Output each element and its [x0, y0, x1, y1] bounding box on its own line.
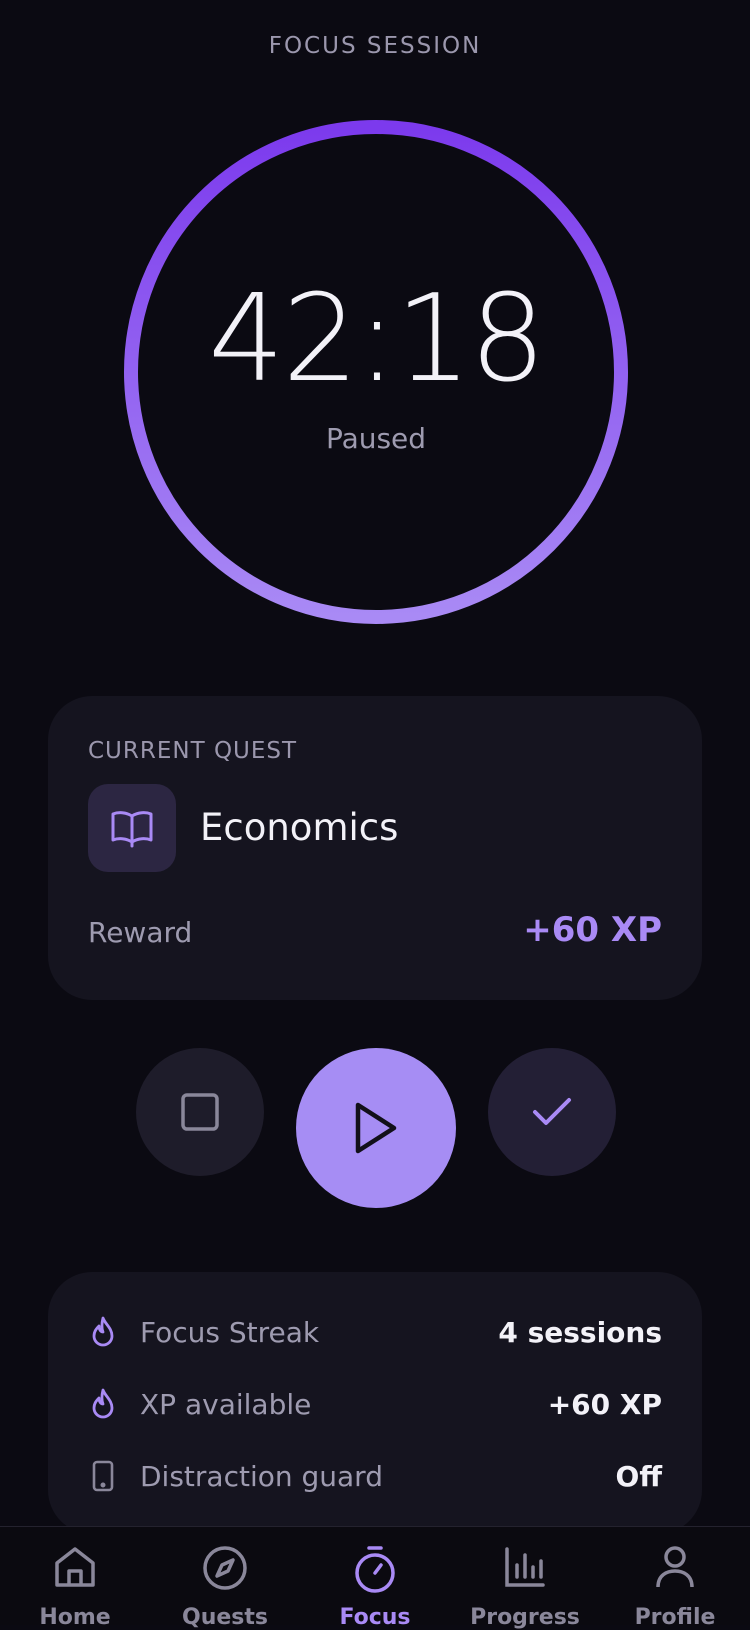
stat-row-xp-available: XP available +60 XP	[88, 1380, 662, 1428]
tab-home[interactable]: Home	[0, 1527, 150, 1630]
session-stats-card: Focus Streak 4 sessions XP available +60…	[48, 1272, 702, 1534]
tab-progress[interactable]: Progress	[450, 1527, 600, 1630]
flame-icon	[88, 1314, 118, 1350]
book-icon	[88, 784, 176, 872]
tab-label: Home	[39, 1605, 111, 1630]
complete-button[interactable]	[488, 1048, 616, 1176]
play-button[interactable]	[296, 1048, 456, 1208]
stopwatch-icon	[353, 1545, 397, 1599]
timer-status: Paused	[325, 422, 427, 455]
tab-label: Profile	[634, 1605, 716, 1630]
stat-row-distraction-guard[interactable]: Distraction guard Off	[88, 1452, 662, 1500]
user-icon	[655, 1545, 695, 1593]
timer-display: 42:18	[208, 270, 546, 409]
check-icon	[533, 1098, 571, 1125]
phone-icon	[88, 1458, 118, 1494]
tab-profile[interactable]: Profile	[600, 1527, 750, 1630]
home-icon	[53, 1545, 97, 1593]
tab-label: Focus	[339, 1605, 411, 1630]
stat-value: 4 sessions	[498, 1315, 662, 1349]
stop-button[interactable]	[136, 1048, 264, 1176]
page-title: FOCUS SESSION	[268, 33, 482, 59]
stop-icon	[181, 1093, 219, 1131]
stat-row-focus-streak: Focus Streak 4 sessions	[88, 1308, 662, 1356]
reward-value: +60 XP	[523, 910, 662, 950]
stat-label: Distraction guard	[140, 1459, 383, 1493]
bar-chart-icon	[503, 1545, 547, 1593]
stat-label: XP available	[140, 1387, 312, 1421]
reward-label: Reward	[88, 916, 193, 949]
flame-icon	[88, 1386, 118, 1422]
timer-ring: 42:18 Paused	[116, 112, 636, 632]
bottom-tab-bar: Home Quests Focus Progress Profile	[0, 1526, 750, 1630]
tab-label: Quests	[182, 1605, 268, 1630]
stat-value: Off	[615, 1459, 662, 1493]
play-icon	[355, 1102, 397, 1154]
compass-icon	[202, 1545, 248, 1595]
stat-value: +60 XP	[547, 1387, 662, 1421]
quest-section-label: CURRENT QUEST	[88, 738, 298, 764]
current-quest-card[interactable]: CURRENT QUEST Economics Reward +60 XP	[48, 696, 702, 1000]
tab-label: Progress	[470, 1605, 580, 1630]
tab-quests[interactable]: Quests	[150, 1527, 300, 1630]
tab-focus[interactable]: Focus	[300, 1527, 450, 1630]
quest-name: Economics	[200, 806, 399, 849]
stat-label: Focus Streak	[140, 1315, 320, 1349]
